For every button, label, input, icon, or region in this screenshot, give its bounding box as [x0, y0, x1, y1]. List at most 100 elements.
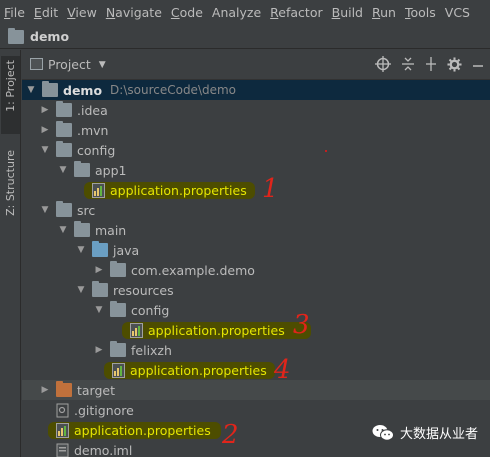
tree-node-label: com.example.demo — [131, 262, 255, 278]
menu-edit-label: dit — [41, 5, 59, 20]
tree-node-label: .mvn — [77, 122, 109, 138]
chevron-down-icon[interactable]: ▼ — [40, 145, 50, 155]
gitignore-file-icon — [56, 403, 69, 417]
menu-run-label: un — [380, 5, 396, 20]
menu-view[interactable]: View — [67, 5, 97, 20]
tool-window-strip: 1: Project Z: Structure — [0, 50, 21, 457]
menu-build[interactable]: Build — [332, 5, 363, 20]
chevron-down-icon[interactable]: ▼ — [58, 165, 68, 175]
chevron-down-icon[interactable]: ▼ — [40, 205, 50, 215]
tree-node-resources[interactable]: ▼ resources — [22, 280, 490, 300]
chevron-down-icon[interactable]: ▼ — [26, 85, 36, 95]
tree-node-felixzh[interactable]: ▶ felixzh — [22, 340, 490, 360]
tree-node-mvn[interactable]: ▶ .mvn — [22, 120, 490, 140]
tab-project[interactable]: 1: Project — [1, 56, 20, 134]
menu-build-mnemonic: B — [331, 5, 341, 20]
chevron-down-icon[interactable]: ▼ — [76, 245, 86, 255]
chevron-down-icon[interactable]: ▼ — [99, 60, 106, 70]
highlight-marker: application.properties — [104, 361, 275, 379]
tab-structure[interactable]: Z: Structure — [1, 146, 20, 238]
expand-all-icon[interactable] — [401, 56, 415, 72]
menu-vcs-label: VCS — [444, 5, 470, 20]
chevron-down-icon[interactable]: ▼ — [58, 225, 68, 235]
menu-navigate-mnemonic: N — [105, 5, 116, 20]
tree-node-label: app1 — [95, 162, 127, 178]
menu-vcs[interactable]: VCS — [445, 5, 470, 20]
resources-folder-icon — [92, 281, 108, 297]
menu-run[interactable]: Run — [372, 5, 396, 20]
folder-icon — [56, 201, 72, 217]
tree-node-label: src — [77, 202, 96, 218]
tree-node-target[interactable]: ▶ target — [22, 380, 490, 400]
package-icon — [110, 261, 126, 277]
project-view-title[interactable]: Project — [48, 57, 91, 72]
menu-code-mnemonic: C — [170, 5, 180, 20]
stray-red-dot — [325, 150, 327, 152]
menu-refactor[interactable]: Refactor — [270, 5, 322, 20]
menu-navigate-label: avigate — [115, 5, 162, 20]
menu-analyze[interactable]: Analyze — [212, 5, 261, 20]
properties-file-icon — [112, 362, 125, 378]
tree-node-label: config — [131, 302, 170, 318]
tree-node-label: .gitignore — [74, 402, 134, 418]
chevron-down-icon[interactable]: ▼ — [76, 285, 86, 295]
tree-node-app1-application-properties[interactable]: application.properties — [22, 180, 490, 200]
tree-node-idea[interactable]: ▶ .idea — [22, 100, 490, 120]
tree-node-label: demo — [63, 82, 103, 98]
menu-view-label: iew — [75, 5, 97, 20]
source-folder-icon — [92, 241, 108, 257]
tree-node-java[interactable]: ▼ java — [22, 240, 490, 260]
module-folder-icon — [42, 81, 58, 97]
folder-icon — [56, 101, 72, 117]
chevron-right-icon[interactable]: ▶ — [40, 385, 50, 395]
tab-structure-label: Z: Structure — [4, 150, 17, 216]
tree-node-label: demo.iml — [74, 442, 133, 457]
annotation-3: 3 — [293, 310, 310, 340]
tree-node-resources-config-application-properties[interactable]: application.properties — [22, 320, 490, 340]
collapse-all-icon[interactable] — [425, 56, 437, 72]
menu-tools[interactable]: Tools — [405, 5, 436, 20]
tree-node-resources-application-properties[interactable]: application.properties — [22, 360, 490, 380]
locate-target-icon[interactable] — [375, 56, 391, 72]
tree-node-label: application.properties — [74, 422, 211, 438]
module-folder-icon — [8, 27, 24, 44]
chevron-right-icon[interactable]: ▶ — [40, 125, 50, 135]
menu-edit-mnemonic: E — [33, 5, 42, 20]
menu-file[interactable]: File — [4, 5, 25, 20]
chevron-right-icon[interactable]: ▶ — [94, 345, 104, 355]
gear-icon[interactable] — [447, 56, 462, 72]
chevron-right-icon[interactable]: ▶ — [94, 265, 104, 275]
folder-icon — [74, 161, 90, 177]
tree-node-label: application.properties — [110, 182, 247, 198]
tree-node-label: java — [113, 242, 140, 258]
menu-edit[interactable]: Edit — [34, 5, 58, 20]
tree-node-app1[interactable]: ▼ app1 — [22, 160, 490, 180]
tree-node-label: .idea — [77, 102, 108, 118]
tree-node-demo-iml[interactable]: demo.iml — [22, 440, 490, 457]
panel-toolbar — [375, 56, 484, 72]
chevron-right-icon[interactable]: ▶ — [40, 105, 50, 115]
navigation-bar: demo — [0, 25, 490, 49]
tree-node-main[interactable]: ▼ main — [22, 220, 490, 240]
nav-project-name[interactable]: demo — [30, 29, 69, 44]
menu-code-label: ode — [179, 5, 203, 20]
highlight-marker: application.properties — [84, 181, 255, 199]
hide-panel-icon[interactable] — [472, 56, 484, 72]
annotation-2: 2 — [222, 420, 239, 450]
chevron-down-icon[interactable]: ▼ — [94, 305, 104, 315]
wechat-logo-icon — [372, 424, 394, 441]
tree-node-demo[interactable]: ▼ demo D:\sourceCode\demo — [22, 80, 490, 100]
watermark: 大数据从业者 — [372, 423, 478, 442]
properties-file-icon — [130, 322, 143, 338]
menu-code[interactable]: Code — [171, 5, 203, 20]
menu-navigate[interactable]: Navigate — [106, 5, 162, 20]
folder-icon — [56, 121, 72, 137]
tree-node-label: target — [77, 382, 116, 398]
tree-node-src[interactable]: ▼ src — [22, 200, 490, 220]
tree-node-com-example-demo[interactable]: ▶ com.example.demo — [22, 260, 490, 280]
tree-node-config[interactable]: ▼ config — [22, 140, 490, 160]
properties-file-icon — [56, 422, 69, 438]
tree-node-gitignore[interactable]: .gitignore — [22, 400, 490, 420]
tree-node-resources-config[interactable]: ▼ config — [22, 300, 490, 320]
folder-icon — [56, 141, 72, 157]
